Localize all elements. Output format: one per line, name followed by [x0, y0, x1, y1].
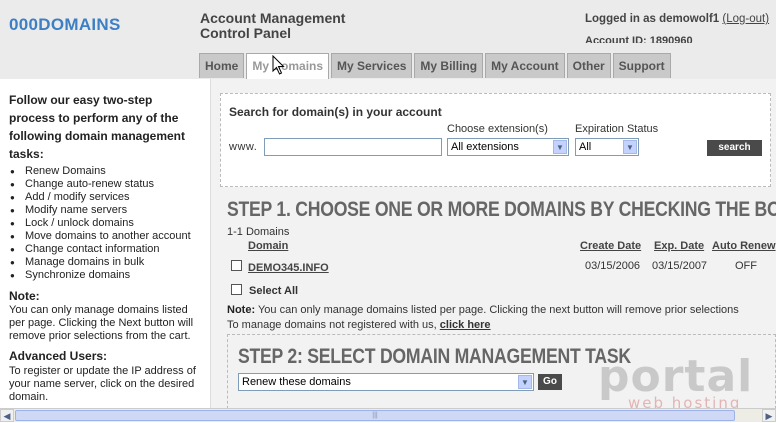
header: 000DOMAINS Account Management Control Pa…	[0, 0, 776, 79]
col-header-auto-renew[interactable]: Auto Renew	[712, 240, 776, 252]
unregistered-note: To manage domains not registered with us…	[227, 319, 491, 331]
scrollbar-thumb[interactable]: |||	[15, 410, 735, 421]
col-header-create-date[interactable]: Create Date	[580, 240, 641, 252]
extension-label: Choose extension(s)	[447, 123, 548, 135]
horizontal-scrollbar[interactable]: ◀ ||| ▶	[0, 408, 776, 422]
list-item: Renew Domains	[9, 165, 191, 178]
search-button[interactable]: search	[707, 140, 762, 156]
tab-my-services[interactable]: My Services	[331, 53, 413, 78]
domain-link[interactable]: DEMO345.INFO	[248, 262, 329, 274]
mouse-pointer-icon	[272, 55, 285, 75]
list-item: Change contact information	[9, 243, 191, 256]
list-item: Move domains to another account	[9, 230, 191, 243]
task-list: Renew Domains Change auto-renew status A…	[9, 165, 191, 282]
list-item: Synchronize domains	[9, 269, 191, 282]
list-item: Modify name servers	[9, 204, 191, 217]
account-id: Account ID: 1890960	[585, 35, 693, 43]
tab-my-domains[interactable]: My Domains	[246, 53, 330, 79]
expiration-select[interactable]: All ▼	[575, 138, 639, 156]
list-item: Manage domains in bulk	[9, 256, 191, 269]
page-title-line2: Control Panel	[200, 25, 292, 41]
arrow-right-icon[interactable]: ▶	[762, 409, 776, 422]
step1-note: Note: You can only manage domains listed…	[227, 304, 739, 316]
click-here-link[interactable]: click here	[440, 319, 491, 331]
login-status: Logged in as demowolf1 (Log-out)	[585, 13, 769, 25]
logged-in-text: Logged in as demowolf1	[585, 13, 720, 25]
logo[interactable]: 000DOMAINS	[9, 15, 121, 35]
step2-panel: STEP 2: SELECT DOMAIN MANAGEMENT TASK Re…	[227, 334, 776, 408]
auto-renew-cell: OFF	[735, 260, 757, 272]
step1-heading: STEP 1. CHOOSE ONE OR MORE DOMAINS BY CH…	[227, 198, 776, 221]
col-header-exp-date[interactable]: Exp. Date	[654, 240, 704, 252]
table-row: DEMO345.INFO 03/15/2006 03/15/2007 OFF	[211, 257, 776, 277]
search-title: Search for domain(s) in your account	[229, 105, 442, 119]
list-item: Add / modify services	[9, 191, 191, 204]
tab-my-account[interactable]: My Account	[485, 53, 565, 78]
page-title-line1: Account Management	[200, 10, 346, 26]
logout-link[interactable]: (Log-out)	[722, 13, 769, 25]
task-select-value: Renew these domains	[242, 376, 351, 388]
select-all-label[interactable]: Select All	[249, 285, 298, 297]
go-button[interactable]: Go	[538, 374, 562, 390]
sidebar-advanced-heading: Advanced Users:	[9, 349, 108, 363]
sidebar-note-text: You can only manage domains listed per p…	[9, 304, 194, 342]
domain-search-input[interactable]	[264, 138, 442, 156]
page-title: Account Management Control Panel	[200, 11, 345, 41]
step1-note-text: You can only manage domains listed per p…	[257, 304, 739, 316]
chevron-down-icon[interactable]: ▼	[623, 140, 637, 154]
sidebar: Follow our easy two-step process to perf…	[0, 79, 211, 408]
list-item: Change auto-renew status	[9, 178, 191, 191]
arrow-left-icon[interactable]: ◀	[0, 409, 14, 422]
domain-checkbox[interactable]	[231, 260, 242, 271]
task-select[interactable]: Renew these domains ▼	[238, 373, 534, 391]
domain-count: 1-1 Domains	[227, 226, 290, 238]
expiration-label: Expiration Status	[575, 123, 659, 135]
main-content: Search for domain(s) in your account Cho…	[211, 79, 776, 408]
tab-home[interactable]: Home	[199, 53, 245, 78]
search-panel: Search for domain(s) in your account Cho…	[220, 93, 771, 187]
sidebar-advanced-text: To register or update the IP address of …	[9, 365, 196, 403]
list-item: Lock / unlock domains	[9, 217, 191, 230]
step2-heading: STEP 2: SELECT DOMAIN MANAGEMENT TASK	[238, 345, 631, 368]
step1-note-label: Note:	[227, 304, 256, 316]
chevron-down-icon[interactable]: ▼	[553, 140, 567, 154]
www-label: www.	[229, 141, 258, 153]
extension-select-value: All extensions	[451, 141, 519, 153]
unregistered-text: To manage domains not registered with us…	[227, 319, 437, 331]
chevron-down-icon[interactable]: ▼	[518, 375, 532, 389]
select-all-checkbox[interactable]	[231, 284, 242, 295]
sidebar-note-heading: Note:	[9, 289, 40, 303]
sidebar-intro: Follow our easy two-step process to perf…	[9, 93, 186, 161]
create-date-cell: 03/15/2006	[585, 260, 641, 272]
extension-select[interactable]: All extensions ▼	[447, 138, 569, 156]
tab-my-billing[interactable]: My Billing	[414, 53, 484, 78]
main-tabs: Home My Domains My Services My Billing M…	[199, 53, 673, 79]
col-header-domain[interactable]: Domain	[248, 240, 288, 252]
tab-support[interactable]: Support	[612, 53, 671, 78]
tab-other[interactable]: Other	[566, 53, 611, 78]
expiration-select-value: All	[579, 141, 592, 153]
exp-date-cell: 03/15/2007	[652, 260, 708, 272]
